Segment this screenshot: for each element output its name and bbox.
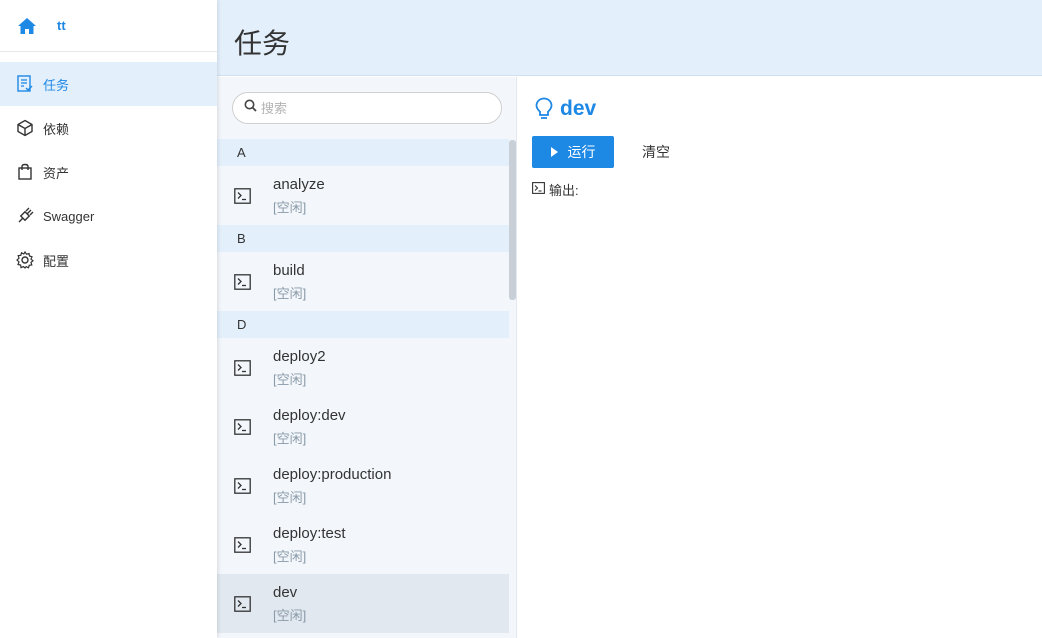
- terminal-icon: [532, 182, 545, 197]
- task-item-dev[interactable]: dev [空闲]: [217, 574, 510, 633]
- scrollbar-thumb[interactable]: [509, 140, 516, 300]
- play-icon: [550, 144, 558, 160]
- sidebar-item-settings[interactable]: 配置: [0, 238, 217, 282]
- sidebar-item-swagger[interactable]: Swagger: [0, 194, 217, 238]
- task-status: [空闲]: [273, 607, 307, 623]
- search-input[interactable]: [261, 100, 481, 116]
- group-header-d: D: [217, 311, 510, 338]
- sidebar-item-label: 资产: [43, 165, 70, 181]
- task-list-pane: A analyze [空闲] B build [空闲] D: [217, 77, 517, 638]
- task-item-deploy-production[interactable]: deploy:production [空闲]: [217, 456, 510, 515]
- task-status: [空闲]: [273, 548, 307, 564]
- task-name: dev: [273, 583, 298, 601]
- group-header-b: B: [217, 225, 510, 252]
- task-list: A analyze [空闲] B build [空闲] D deploy2 [空…: [217, 139, 510, 633]
- sidebar-item-dependencies[interactable]: 依赖: [0, 106, 217, 150]
- terminal-icon: [233, 359, 251, 377]
- task-item-deploy-dev[interactable]: deploy:dev [空闲]: [217, 397, 510, 456]
- terminal-icon: [233, 273, 251, 291]
- task-detail: dev 运行 清空 输出:: [517, 77, 1042, 638]
- sidebar-item-label: 依赖: [43, 121, 70, 137]
- output-section: 输出:: [532, 180, 579, 199]
- task-name: deploy2: [273, 347, 326, 365]
- page-header: 任务: [217, 0, 1042, 76]
- sidebar-item-label: Swagger: [43, 208, 95, 224]
- task-name: build: [273, 261, 305, 279]
- output-label: 输出:: [549, 183, 579, 198]
- search-box[interactable]: [232, 92, 502, 124]
- task-name: deploy:dev: [273, 406, 346, 424]
- task-name: analyze: [273, 175, 325, 193]
- cube-icon: [16, 119, 34, 137]
- page-title: 任务: [234, 27, 291, 60]
- project-header[interactable]: tt: [0, 0, 217, 52]
- terminal-icon: [233, 536, 251, 554]
- run-button-label: 运行: [567, 144, 596, 160]
- bag-icon: [16, 163, 34, 181]
- terminal-icon: [233, 418, 251, 436]
- task-detail-title: dev: [560, 97, 597, 120]
- project-name: tt: [57, 18, 66, 33]
- clear-button[interactable]: 清空: [642, 142, 670, 162]
- sidebar-item-assets[interactable]: 资产: [0, 150, 217, 194]
- sidebar-item-label: 配置: [43, 253, 70, 269]
- group-header-a: A: [217, 139, 510, 166]
- task-detail-header: dev: [533, 97, 596, 121]
- task-name: deploy:production: [273, 465, 392, 483]
- task-item-deploy-test[interactable]: deploy:test [空闲]: [217, 515, 510, 574]
- task-status: [空闲]: [273, 430, 307, 446]
- sidebar: tt 任务 依赖 资产 Swagger 配置: [0, 0, 217, 638]
- sidebar-item-tasks[interactable]: 任务: [0, 62, 217, 106]
- terminal-icon: [233, 477, 251, 495]
- task-list-icon: [16, 75, 34, 93]
- terminal-icon: [233, 595, 251, 613]
- run-button[interactable]: 运行: [532, 136, 614, 168]
- sidebar-item-label: 任务: [43, 77, 70, 93]
- gear-icon: [16, 251, 34, 269]
- search-icon: [244, 99, 257, 117]
- home-icon[interactable]: [17, 16, 37, 36]
- task-list-scrollbar[interactable]: [509, 139, 516, 638]
- task-item-build[interactable]: build [空闲]: [217, 252, 510, 311]
- sidebar-nav: 任务 依赖 资产 Swagger 配置: [0, 52, 217, 282]
- task-item-deploy2[interactable]: deploy2 [空闲]: [217, 338, 510, 397]
- task-name: deploy:test: [273, 524, 346, 542]
- task-status: [空闲]: [273, 199, 307, 215]
- task-status: [空闲]: [273, 371, 307, 387]
- task-actions: 运行 清空: [532, 136, 670, 168]
- task-status: [空闲]: [273, 489, 307, 505]
- search-bar: [217, 77, 516, 139]
- task-status: [空闲]: [273, 285, 307, 301]
- plug-icon: [16, 207, 34, 225]
- lightbulb-icon: [533, 97, 555, 121]
- task-item-analyze[interactable]: analyze [空闲]: [217, 166, 510, 225]
- terminal-icon: [233, 187, 251, 205]
